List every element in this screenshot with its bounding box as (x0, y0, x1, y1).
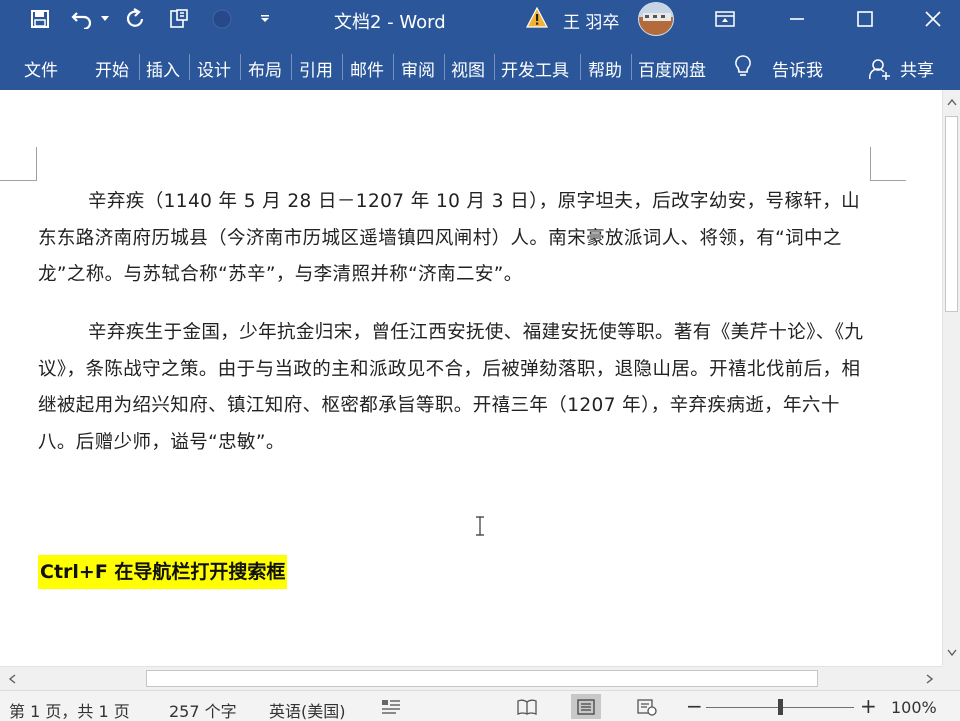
circle-icon[interactable] (208, 4, 236, 34)
vertical-scroll-thumb[interactable] (945, 116, 958, 312)
undo-icon[interactable] (68, 4, 96, 34)
tab-view[interactable]: 视图 (451, 56, 485, 81)
zoom-level[interactable]: 100% (891, 698, 937, 717)
scroll-up-icon[interactable] (943, 93, 960, 111)
document-page[interactable]: 辛弃疾（1140 年 5 月 28 日－1207 年 10 月 3 日），原字坦… (0, 90, 942, 666)
page-count[interactable]: 第 1 页，共 1 页 (9, 698, 130, 721)
highlighted-text[interactable]: Ctrl+F 在导航栏打开搜索框 (38, 555, 288, 589)
margin-corner-right (870, 147, 906, 181)
ribbon-tabs: 文件 开始 插入 设计 布局 引用 邮件 审阅 视图 开发工具 帮助 百度网盘 … (0, 38, 960, 90)
zoom-slider-thumb[interactable] (777, 699, 783, 715)
zoom-in-button[interactable]: + (860, 694, 877, 718)
avatar[interactable] (638, 2, 674, 36)
redo-icon[interactable] (122, 4, 150, 34)
share-button[interactable]: 共享 (900, 56, 934, 81)
vertical-scrollbar[interactable] (942, 90, 960, 666)
tab-separator (291, 54, 292, 80)
tab-file[interactable]: 文件 (24, 56, 58, 81)
scrollbar-corner (942, 666, 960, 690)
tell-me-search[interactable]: 告诉我 (772, 56, 823, 81)
tab-separator (580, 54, 581, 80)
tab-separator (342, 54, 343, 80)
horizontal-scroll-thumb[interactable] (146, 670, 818, 687)
tab-separator (494, 54, 495, 80)
status-bar: 第 1 页，共 1 页 257 个字 英语(美国) − + 100% (0, 690, 960, 721)
scroll-left-icon[interactable] (3, 670, 21, 688)
ribbon-display-options-icon[interactable] (702, 0, 748, 38)
touch-mode-icon[interactable] (165, 4, 193, 34)
title-bar: 文档2 - Word 王 羽卒 (0, 0, 960, 38)
web-layout-icon[interactable] (632, 694, 662, 719)
scroll-down-icon[interactable] (943, 643, 960, 661)
lightbulb-icon[interactable] (733, 54, 753, 78)
paragraph-2[interactable]: 辛弃疾生于金国，少年抗金归宋，曾任江西安抚使、福建安抚使等职。著有《美芹十论》、… (38, 315, 864, 461)
save-icon[interactable] (26, 4, 54, 34)
tab-separator (139, 54, 140, 80)
tab-developer[interactable]: 开发工具 (501, 56, 569, 81)
scroll-right-icon[interactable] (920, 670, 938, 688)
close-icon[interactable] (910, 0, 956, 38)
print-layout-icon[interactable] (571, 694, 601, 719)
margin-corner-left (0, 147, 37, 181)
read-mode-icon[interactable] (512, 694, 542, 719)
tab-separator (444, 54, 445, 80)
user-name[interactable]: 王 羽卒 (563, 8, 619, 33)
maximize-icon[interactable] (842, 0, 888, 38)
tab-separator (189, 54, 190, 80)
accessibility-icon[interactable] (376, 694, 406, 719)
customize-qat-icon[interactable] (258, 4, 272, 34)
zoom-out-button[interactable]: − (686, 694, 703, 718)
window-title: 文档2 - Word (334, 12, 446, 33)
tab-separator (393, 54, 394, 80)
tab-layout[interactable]: 布局 (248, 56, 282, 81)
minimize-icon[interactable] (774, 0, 820, 38)
text-cursor-icon (476, 516, 484, 536)
warning-icon[interactable] (526, 7, 548, 29)
language[interactable]: 英语(美国) (269, 698, 346, 721)
tab-references[interactable]: 引用 (299, 56, 333, 81)
tab-design[interactable]: 设计 (197, 56, 231, 81)
tab-home[interactable]: 开始 (95, 56, 129, 81)
tab-separator (631, 54, 632, 80)
share-person-icon[interactable] (869, 58, 891, 80)
horizontal-scrollbar[interactable] (0, 666, 942, 690)
tab-mailings[interactable]: 邮件 (350, 56, 384, 81)
tab-help[interactable]: 帮助 (588, 56, 622, 81)
tab-baidu-netdisk[interactable]: 百度网盘 (638, 56, 706, 81)
tab-insert[interactable]: 插入 (146, 56, 180, 81)
undo-dropdown-icon[interactable] (99, 4, 111, 34)
tab-separator (240, 54, 241, 80)
paragraph-1[interactable]: 辛弃疾（1140 年 5 月 28 日－1207 年 10 月 3 日），原字坦… (38, 184, 864, 294)
tab-review[interactable]: 审阅 (401, 56, 435, 81)
word-count[interactable]: 257 个字 (169, 698, 237, 721)
